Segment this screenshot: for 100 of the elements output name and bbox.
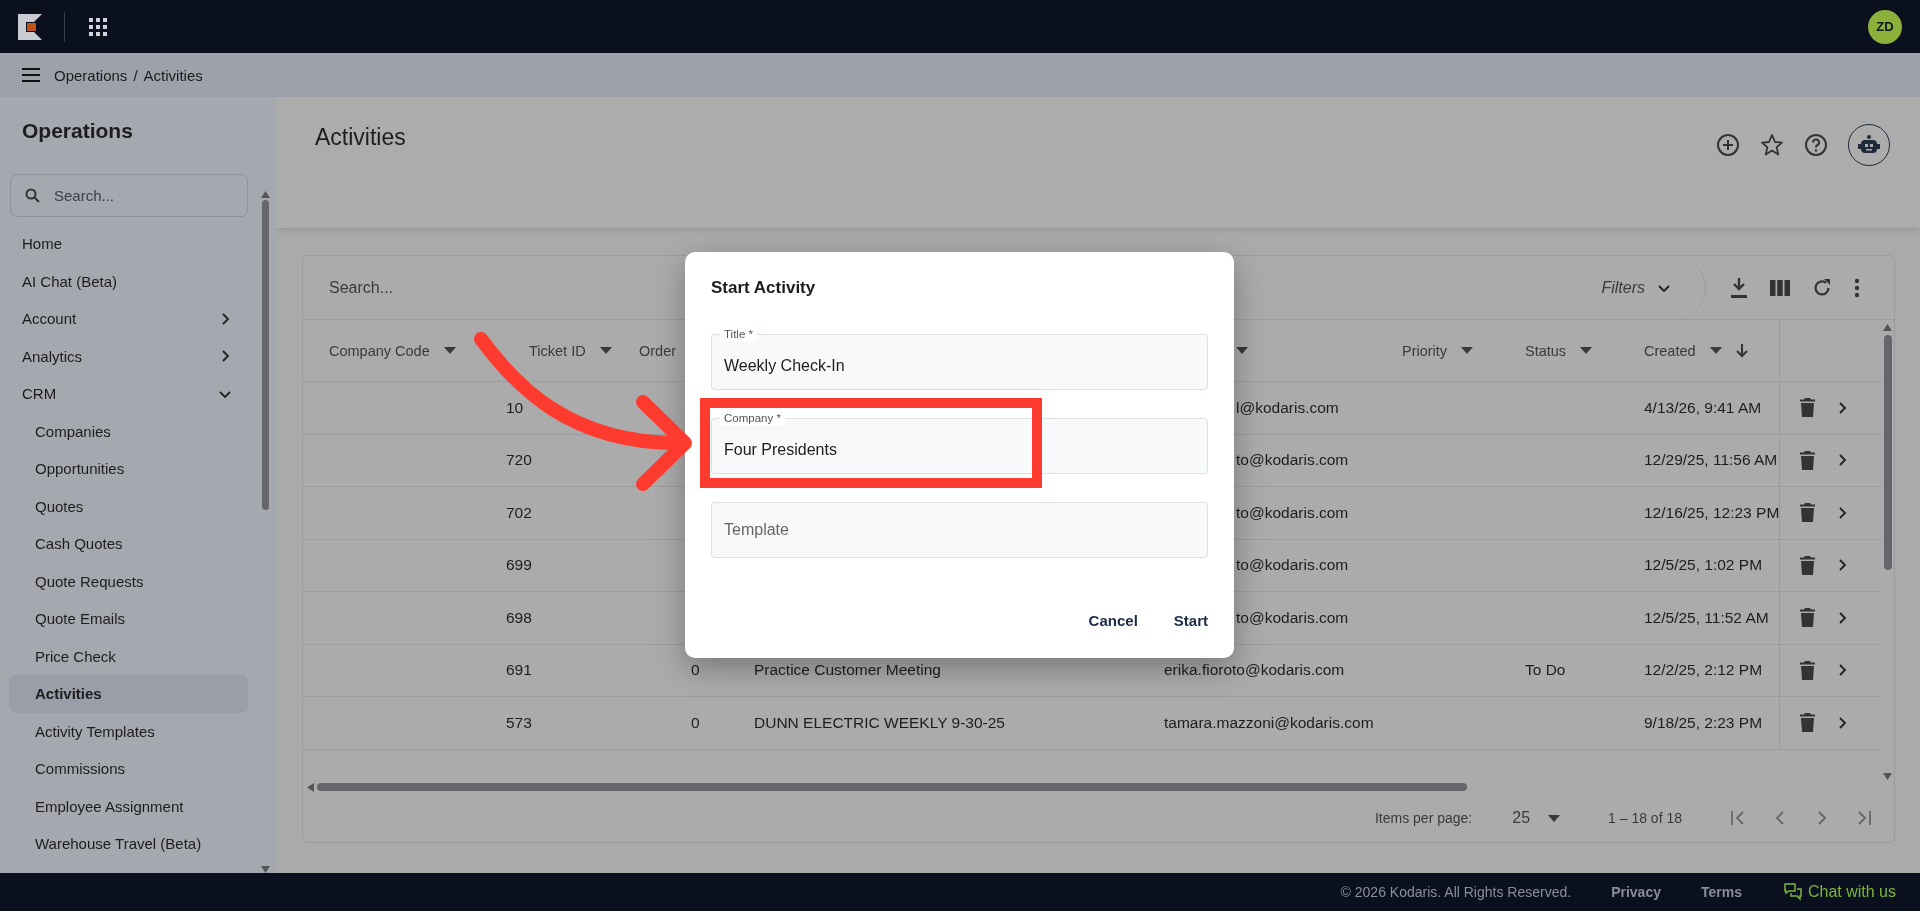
scrollbar[interactable] (260, 191, 270, 873)
filters-button[interactable]: Filters (1601, 256, 1706, 319)
scroll-up-icon[interactable] (1883, 324, 1892, 331)
table-cell: l@kodaris.com (1236, 398, 1339, 416)
scroll-down-icon[interactable] (1883, 773, 1892, 780)
scroll-up-icon[interactable] (260, 191, 270, 198)
dialog-button[interactable]: Cancel (1088, 608, 1138, 633)
sidebar-item[interactable]: Cash Quotes (9, 525, 248, 563)
page-range: 1 – 18 of 18 (1608, 810, 1682, 826)
table-cell: to@kodaris.com (1236, 608, 1349, 626)
sidebar-item[interactable]: Activity Templates (9, 712, 248, 750)
chat-icon (1783, 883, 1802, 901)
copyright-text: © 2026 Kodaris. All Rights Reserved. (1340, 884, 1572, 900)
trash-icon[interactable] (1800, 713, 1815, 733)
table-cell: 573 (506, 713, 532, 731)
sidebar-item[interactable]: Commissions (9, 750, 248, 788)
table-cell: 0 (691, 661, 700, 679)
sidebar-item[interactable]: CRM (9, 375, 248, 413)
table-cell: 0 (691, 713, 700, 731)
caret-icon[interactable] (1709, 347, 1722, 354)
caret-icon[interactable] (1461, 347, 1474, 354)
help-icon[interactable] (1804, 133, 1828, 157)
column-header[interactable]: Created (1644, 342, 1696, 359)
chat-button[interactable]: Chat with us (1783, 883, 1896, 901)
sidebar-item[interactable]: Home (9, 225, 248, 263)
table-cell: tamara.mazzoni@kodaris.com (1164, 713, 1374, 731)
trash-icon[interactable] (1800, 398, 1815, 418)
column-header[interactable]: Status (1525, 342, 1567, 359)
caret-icon[interactable] (443, 347, 456, 354)
trash-icon[interactable] (1800, 608, 1815, 628)
sidebar-item[interactable]: Warehouse Travel (Beta) (9, 825, 248, 863)
items-per-page-label: Items per page: (1374, 810, 1473, 826)
table-cell: 691 (506, 661, 532, 679)
trash-icon[interactable] (1800, 503, 1815, 523)
menu-icon[interactable] (22, 68, 40, 82)
breadcrumb-link[interactable]: Operations (54, 66, 128, 84)
table-cell: 12/16/25, 12:23 PM (1644, 503, 1780, 521)
column-header[interactable]: Order (639, 342, 677, 359)
add-circle-icon[interactable] (1716, 133, 1740, 157)
sidebar-title: Operations (21, 118, 134, 144)
caret-icon[interactable] (1580, 347, 1593, 354)
column-header[interactable]: Ticket ID (529, 342, 586, 359)
table-cell: Practice Customer Meeting (754, 661, 941, 679)
apps-grid-icon[interactable] (89, 17, 107, 36)
sidebar-item[interactable]: Price Check (9, 637, 248, 675)
trash-icon[interactable] (1800, 450, 1815, 470)
table-cell: to@kodaris.com (1236, 503, 1349, 521)
table-cell: 720 (506, 451, 532, 469)
sidebar-item[interactable]: Account (9, 300, 248, 338)
table-cell: 702 (506, 503, 532, 521)
table-cell: 698 (506, 608, 532, 626)
caret-icon[interactable] (599, 347, 612, 354)
sidebar-item[interactable]: Activities (9, 675, 248, 713)
page-size-select[interactable]: 25 (1512, 809, 1531, 827)
caret-icon[interactable] (1548, 814, 1561, 822)
table-cell: To Do (1525, 661, 1566, 679)
table-cell: 10 (506, 398, 524, 416)
dialog-button[interactable]: Start (1173, 608, 1208, 633)
table-cell: DUNN ELECTRIC WEEKLY 9-30-25 (754, 713, 1005, 731)
dialog-title: Start Activity (711, 278, 817, 298)
sidebar-item[interactable]: AI Chat (Beta) (9, 262, 248, 300)
robot-icon (1858, 135, 1880, 155)
user-avatar[interactable]: ZD (1868, 9, 1902, 44)
caret-icon[interactable] (1236, 347, 1248, 354)
footer-link[interactable]: Privacy (1611, 884, 1661, 900)
table-search-field[interactable]: Search... (329, 278, 394, 297)
column-header[interactable]: Priority (1402, 342, 1448, 359)
logo-icon[interactable] (18, 13, 44, 40)
search-icon (25, 188, 40, 203)
sidebar-item[interactable]: Analytics (9, 337, 248, 375)
table-cell: 9/18/25, 2:23 PM (1644, 713, 1763, 731)
sidebar-item[interactable]: Quotes (9, 487, 248, 525)
trash-icon[interactable] (1800, 555, 1815, 575)
trash-icon[interactable] (1800, 660, 1815, 680)
sort-down-icon[interactable] (1735, 343, 1748, 358)
first-page-icon[interactable] (1730, 810, 1746, 826)
input-field[interactable]: Template (711, 502, 1208, 558)
table-cell: 12/2/25, 2:12 PM (1644, 661, 1763, 679)
sidebar-item[interactable]: Quote Requests (9, 562, 248, 600)
footer-link[interactable]: Terms (1700, 884, 1742, 900)
sidebar-item[interactable]: Opportunities (9, 450, 248, 488)
sidebar-item[interactable]: Companies (9, 412, 248, 450)
refresh-icon[interactable] (1812, 277, 1832, 298)
scroll-left-icon[interactable] (307, 782, 314, 792)
table-cell: erika.fioroto@kodaris.com (1164, 661, 1345, 679)
sidebar-item[interactable]: Employee Assignment (9, 787, 248, 825)
breadcrumb-link[interactable]: Activities (143, 66, 203, 84)
table-cell: 4/13/26, 9:41 AM (1644, 398, 1762, 416)
table-cell: 12/29/25, 11:56 AM (1644, 451, 1778, 469)
columns-icon[interactable] (1770, 279, 1790, 296)
last-page-icon[interactable] (1856, 810, 1872, 826)
search-field[interactable]: Search... (10, 174, 248, 217)
column-header[interactable]: Company Code (329, 342, 430, 359)
more-icon[interactable] (1854, 277, 1860, 298)
star-icon[interactable] (1760, 133, 1784, 157)
download-icon[interactable] (1730, 277, 1748, 298)
page-title: Activities (315, 124, 407, 151)
table-cell: 12/5/25, 1:02 PM (1644, 556, 1763, 574)
sidebar-item[interactable]: Quote Emails (9, 600, 248, 638)
breadcrumb-separator: / (133, 66, 138, 84)
